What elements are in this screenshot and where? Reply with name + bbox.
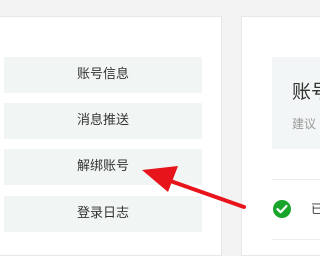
menu-item-account-info[interactable]: 账号信息 — [4, 57, 202, 93]
divider — [272, 179, 320, 180]
content-panel: 账号 建议 已 — [241, 16, 320, 256]
info-card: 账号 建议 — [272, 57, 320, 149]
divider — [272, 239, 320, 240]
menu-item-unbind-account[interactable]: 解绑账号 — [4, 149, 202, 185]
info-card-subtitle: 建议 — [292, 117, 317, 131]
status-row-text: 已 — [311, 202, 320, 216]
menu-item-message-push[interactable]: 消息推送 — [4, 103, 202, 139]
menu-item-login-log[interactable]: 登录日志 — [4, 196, 202, 232]
check-circle-icon — [273, 200, 291, 218]
info-card-title: 账号 — [292, 81, 320, 103]
sidebar-menu-panel: 账号信息 消息推送 解绑账号 登录日志 — [0, 16, 222, 256]
